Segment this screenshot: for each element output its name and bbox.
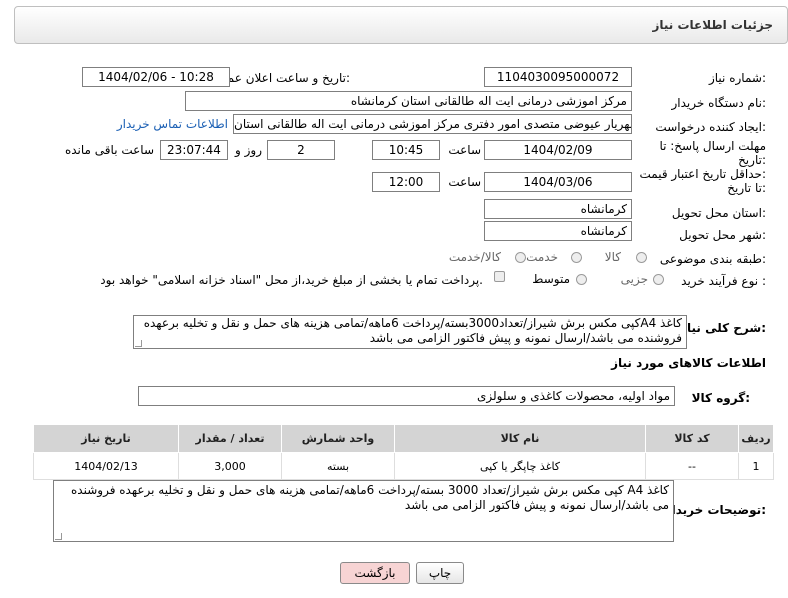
validity-label-2: تا تاریخ: [727,181,766,195]
category-service-label: خدمت [526,250,558,264]
category-both-radio[interactable] [515,252,526,263]
process-type-label: نوع فرآیند خرید : [681,274,766,288]
deadline-label-2: تاریخ: [738,153,766,167]
deadline-time-field: 10:45 [372,140,440,160]
col-name-header: نام کالا [394,424,646,453]
goods-table: ردیف کد کالا نام کالا واحد شمارش تعداد /… [33,424,774,480]
cell-date: 1404/02/13 [33,452,179,480]
col-code-header: کد کالا [645,424,739,453]
creator-field: شهریار عیوضی متصدی امور دفتری مرکز اموزش… [233,114,632,134]
days-label: روز و [235,143,262,157]
buyer-org-label: نام دستگاه خریدار: [671,96,767,110]
province-label: استان محل تحویل: [671,206,766,220]
validity-date-field: 1404/03/06 [484,172,632,192]
process-medium-label: متوسط [532,272,570,286]
col-unit-header: واحد شمارش [281,424,395,453]
process-medium-radio[interactable] [576,274,587,285]
deadline-label-1: مهلت ارسال پاسخ: تا [659,139,766,153]
goods-table-header: ردیف کد کالا نام کالا واحد شمارش تعداد /… [33,424,774,453]
description-textarea[interactable]: کاغذ A4کپی مکس برش شیراز/تعداد3000بسته/پ… [133,315,687,349]
back-button[interactable]: بازگشت [340,562,410,584]
buyer-org-field: مرکز اموزشی درمانی ایت اله طالقانی استان… [185,91,632,111]
city-field: کرمانشاه [484,221,632,241]
details-panel-header: جزئیات اطلاعات نیاز [14,6,788,44]
cell-qty: 3,000 [178,452,282,480]
validity-time-label: ساعت [448,175,481,189]
cell-code: -- [645,452,739,480]
category-goods-label: کالا [604,250,621,264]
description-label: شرح کلی نیاز: [680,321,766,335]
treasury-payment-checkbox[interactable] [494,271,505,282]
creator-label: ایجاد کننده درخواست: [655,120,766,134]
col-qty-header: تعداد / مقدار [178,424,282,453]
cell-row: 1 [738,452,774,480]
category-label: طبقه بندی موضوعی: [659,252,766,266]
process-minor-label: جزیی [620,272,648,286]
deadline-time-label: ساعت [448,143,481,157]
deadline-date-field: 1404/02/09 [484,140,632,160]
description-resize-handle[interactable] [135,340,142,347]
validity-time-field: 12:00 [372,172,440,192]
remaining-time-label: ساعت باقی مانده [64,143,154,157]
province-field: کرمانشاه [484,199,632,219]
announce-field: 1404/02/06 - 10:28 [82,67,230,87]
col-row-header: ردیف [738,424,774,453]
buyer-contact-link[interactable]: اطلاعات تماس خریدار [117,117,228,131]
buyer-notes-label: توضیحات خریدار: [664,503,766,517]
table-row: 1 -- کاغذ چاپگر یا کپی بسته 3,000 1404/0… [33,452,774,480]
days-remaining-field: 2 [267,140,335,160]
panel-title: جزئیات اطلاعات نیاز [652,18,773,32]
need-number-label: شماره نیاز: [708,71,766,85]
print-button[interactable]: چاپ [416,562,464,584]
validity-label-1: حداقل تاریخ اعتبار قیمت: [639,167,766,181]
cell-unit: بسته [281,452,395,480]
city-label: شهر محل تحویل: [679,228,766,242]
process-minor-radio[interactable] [653,274,664,285]
goods-group-label: گروه کالا: [691,391,750,405]
buyer-notes-resize-handle[interactable] [55,533,62,540]
category-both-label: کالا/خدمت [448,250,501,264]
remaining-time-field: 23:07:44 [160,140,228,160]
category-service-radio[interactable] [571,252,582,263]
treasury-payment-note: پرداخت تمام یا بخشی از مبلغ خرید،از محل … [100,273,483,287]
buyer-notes-textarea[interactable]: کاغذ A4 کپی مکس برش شیراز/تعداد 3000 بست… [53,480,674,542]
goods-group-field: مواد اولیه، محصولات کاغذی و سلولزی [138,386,675,406]
category-goods-radio[interactable] [636,252,647,263]
need-number-field: 1104030095000072 [484,67,632,87]
col-date-header: تاریخ نیاز [33,424,179,453]
goods-section-title: اطلاعات کالاهای مورد نیاز [611,356,766,370]
cell-name: کاغذ چاپگر یا کپی [394,452,646,480]
